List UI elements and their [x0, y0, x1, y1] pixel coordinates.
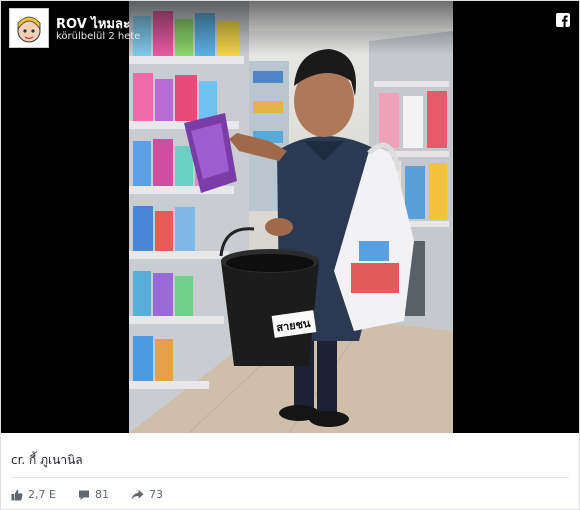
post-timestamp[interactable]: körülbelül 2 hete — [56, 31, 140, 42]
video-frame: สายชน — [129, 1, 453, 433]
shares-stat[interactable]: 73 — [131, 488, 163, 501]
share-arrow-icon — [131, 489, 144, 500]
comments-stat[interactable]: 81 — [78, 488, 109, 501]
post-caption: cr. กี้ ภูเนานิล — [11, 453, 83, 467]
shares-count: 73 — [148, 488, 163, 501]
thumbs-up-icon — [11, 489, 23, 500]
engagement-stats: 2,7 E 81 73 — [11, 488, 185, 501]
page-avatar[interactable] — [9, 8, 49, 48]
post-card: สายชน ROV ไหมละ körülbelül 2 hete cr. กี… — [0, 0, 580, 510]
facebook-icon[interactable] — [556, 12, 570, 27]
video-player[interactable]: สายชน ROV ไหมละ körülbelül 2 hete — [1, 1, 579, 433]
comment-bubble-icon — [78, 490, 89, 500]
likes-stat[interactable]: 2,7 E — [11, 488, 56, 501]
video-header: ROV ไหมละ körülbelül 2 hete — [1, 1, 579, 55]
comments-count: 81 — [94, 488, 109, 501]
likes-count: 2,7 E — [28, 488, 56, 501]
divider — [11, 477, 569, 478]
